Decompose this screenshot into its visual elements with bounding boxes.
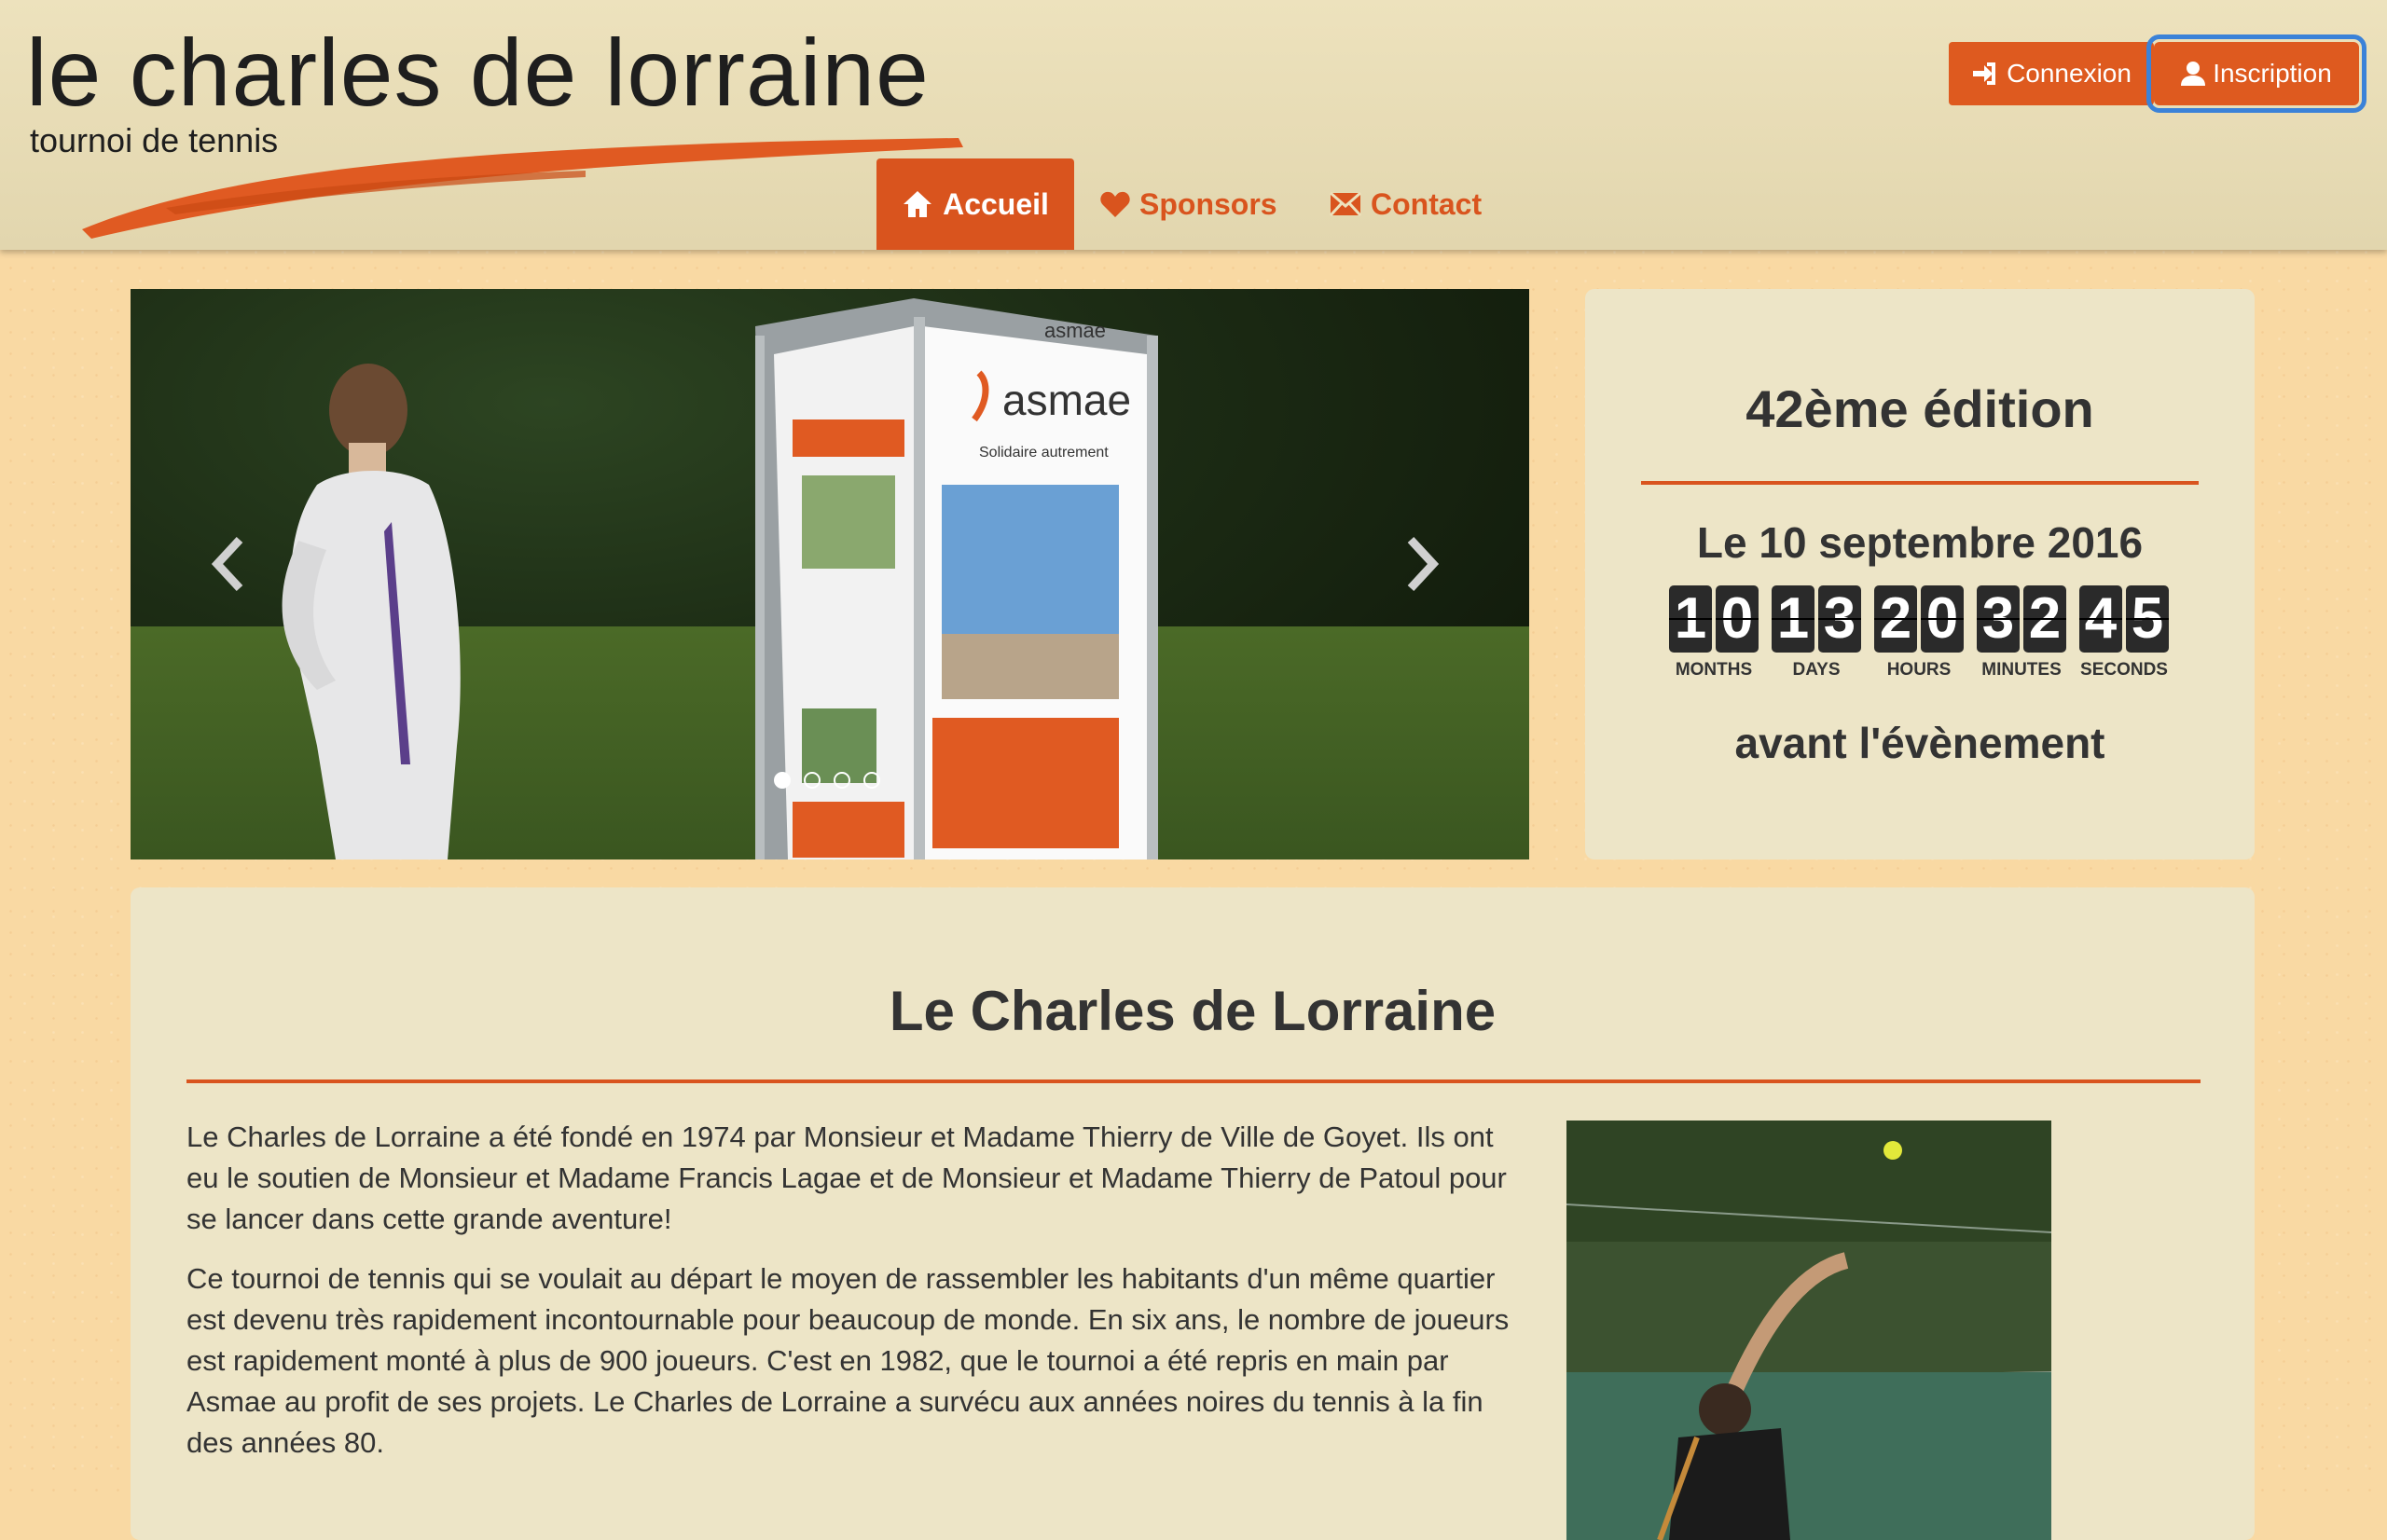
nav-item-label: Contact — [1371, 186, 1483, 221]
countdown-digits: 20 — [1872, 585, 1966, 653]
carousel-indicator[interactable] — [834, 772, 850, 789]
countdown-label: HOURS — [1886, 660, 1952, 680]
nav-item-label: Accueil — [943, 186, 1049, 221]
poster-tagline: Solidaire autrement — [979, 445, 1109, 461]
envelope-icon — [1330, 192, 1361, 216]
about-text: Le Charles de Lorraine a été fondé en 19… — [186, 1117, 1650, 1482]
countdown-suffix: avant l'évènement — [1734, 719, 2105, 767]
site-logo[interactable]: le charles de lorraine tournoi de tennis — [26, 17, 968, 239]
countdown-digit: 5 — [2126, 585, 2169, 653]
divider — [186, 1079, 2201, 1083]
about-paragraph: Le Charles de Lorraine a été fondé en 19… — [186, 1121, 1507, 1235]
nav-item-label: Sponsors — [1139, 186, 1277, 221]
login-button[interactable]: Connexion — [1949, 42, 2154, 105]
carousel-person-illustration — [282, 364, 461, 859]
countdown-unit-minutes: 32 MINUTES — [1975, 585, 2068, 681]
svg-text:asmae: asmae — [1002, 376, 1131, 424]
countdown-unit-seconds: 45 SECONDS — [2077, 585, 2171, 681]
about-paragraph: Ce tournoi de tennis qui se voulait au d… — [186, 1262, 1510, 1459]
countdown-digits: 32 — [1975, 585, 2068, 653]
countdown-digit: 1 — [1772, 585, 1814, 653]
chevron-left-icon — [211, 536, 243, 592]
countdown-label: DAYS — [1792, 660, 1841, 680]
svg-text:asmae: asmae — [1044, 319, 1106, 342]
signup-label: Inscription — [2213, 59, 2332, 88]
countdown-unit-hours: 20 HOURS — [1872, 585, 1966, 681]
countdown-digit: 1 — [1669, 585, 1712, 653]
countdown-unit-months: 10 MONTHS — [1667, 585, 1760, 681]
carousel-indicator[interactable] — [863, 772, 880, 789]
nav-item-accueil[interactable]: Accueil — [876, 158, 1074, 250]
event-date: Le 10 septembre 2016 — [1696, 518, 2144, 567]
carousel-indicators — [774, 772, 880, 789]
carousel-indicator[interactable] — [804, 772, 821, 789]
login-label: Connexion — [2007, 59, 2132, 88]
carousel-next-button[interactable] — [1403, 536, 1441, 602]
carousel-prev-button[interactable] — [210, 536, 247, 602]
chevron-right-icon — [1407, 536, 1440, 592]
nav-item-sponsors[interactable]: Sponsors — [1100, 158, 1277, 250]
login-icon — [1973, 62, 1996, 85]
countdown-digit: 3 — [1977, 585, 2020, 653]
logo-subtitle: tournoi de tennis — [30, 121, 279, 159]
section-title: Le Charles de Lorraine — [889, 980, 1497, 1042]
countdown-digit: 4 — [2079, 585, 2122, 653]
edition-heading: 42ème édition — [1745, 379, 2094, 438]
about-section: Le Charles de Lorraine Le Charles de Lor… — [131, 887, 2255, 1540]
carousel-indicator[interactable] — [774, 772, 791, 789]
countdown-digit: 0 — [1716, 585, 1759, 653]
countdown-digit: 3 — [1818, 585, 1861, 653]
countdown-timer: 10 MONTHS 13 DAYS 20 HOURS 32 MINUTES 45… — [1667, 585, 2171, 681]
site-header: le charles de lorraine tournoi de tennis… — [0, 0, 2387, 250]
countdown-digit: 0 — [1921, 585, 1964, 653]
countdown-digits: 13 — [1770, 585, 1863, 653]
signup-button[interactable]: Inscription — [2146, 34, 2366, 113]
logo-title: le charles de lorraine — [26, 20, 930, 126]
image-carousel[interactable]: asmae Solidaire autrement asmae — [131, 289, 1529, 859]
countdown-digits: 45 — [2077, 585, 2171, 653]
user-icon — [2181, 62, 2206, 86]
nav-item-contact[interactable]: Contact — [1330, 158, 1482, 250]
countdown-label: MINUTES — [1981, 660, 2062, 680]
home-icon — [904, 191, 932, 217]
countdown-panel: 42ème édition Le 10 septembre 2016 10 MO… — [1585, 289, 2255, 859]
divider — [1641, 481, 2199, 485]
countdown-digit: 2 — [2023, 585, 2066, 653]
countdown-digits: 10 — [1667, 585, 1760, 653]
countdown-digit: 2 — [1874, 585, 1917, 653]
tennis-serve-illustration — [1566, 1121, 2051, 1540]
asmae-poster-illustration: asmae Solidaire autrement asmae — [755, 298, 1158, 859]
countdown-unit-days: 13 DAYS — [1770, 585, 1863, 681]
heart-icon — [1100, 191, 1130, 217]
countdown-label: MONTHS — [1675, 660, 1753, 680]
countdown-label: SECONDS — [2080, 660, 2168, 680]
tennis-player-photo — [1566, 1121, 2051, 1540]
